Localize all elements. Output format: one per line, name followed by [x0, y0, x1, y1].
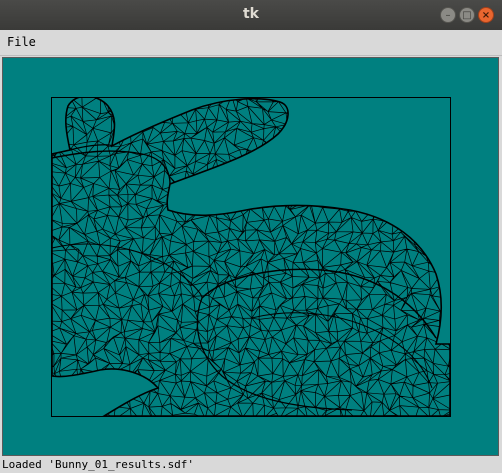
- status-text: Loaded 'Bunny_01_results.sdf': [2, 458, 195, 471]
- drawing-canvas[interactable]: [2, 57, 499, 456]
- menu-file[interactable]: File: [3, 34, 40, 50]
- bunny-mesh-rendering: [52, 98, 450, 416]
- menu-bar: File: [0, 30, 502, 56]
- window-title: tk: [242, 6, 259, 22]
- status-bar: Loaded 'Bunny_01_results.sdf': [0, 457, 502, 473]
- window-titlebar[interactable]: tk – □ ×: [0, 0, 502, 30]
- close-button[interactable]: ×: [478, 7, 494, 23]
- maximize-button[interactable]: □: [459, 7, 475, 23]
- mesh-viewport: [51, 97, 451, 417]
- leg-contour: [251, 312, 433, 389]
- minimize-button[interactable]: –: [440, 7, 456, 23]
